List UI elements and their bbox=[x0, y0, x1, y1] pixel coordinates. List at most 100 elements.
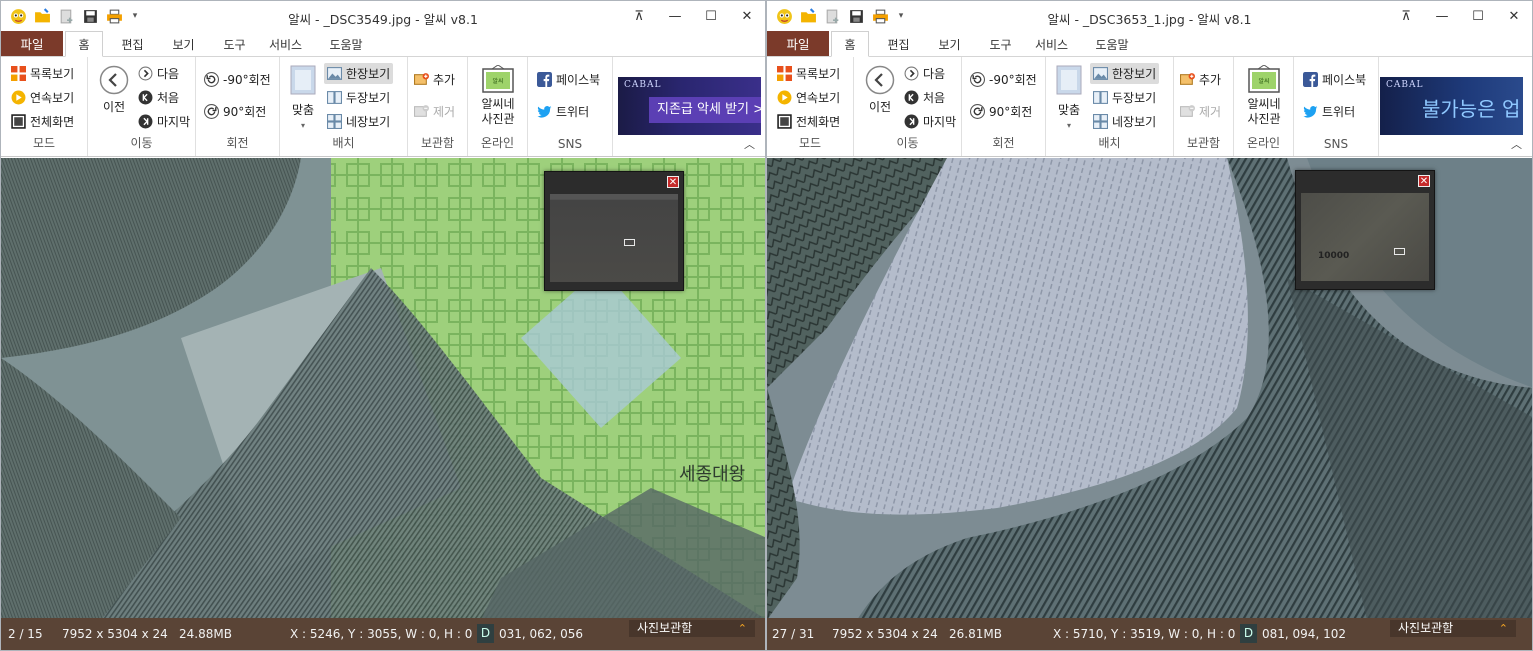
tab-file[interactable]: 파일 bbox=[1, 30, 63, 56]
group-label: 모드 bbox=[32, 136, 56, 150]
pin-icon[interactable]: ⊼ bbox=[1388, 1, 1424, 31]
navigator-panel[interactable]: ✕ 10000 bbox=[1295, 170, 1435, 290]
expand-up-icon: ⌃ bbox=[1498, 622, 1508, 635]
tab-help[interactable]: 도움말 bbox=[311, 32, 381, 56]
prev-button[interactable]: 이전 bbox=[862, 65, 898, 115]
twitter-button[interactable]: 트위터 bbox=[1303, 103, 1355, 120]
new-file-icon[interactable] bbox=[823, 7, 841, 25]
tab-help[interactable]: 도움말 bbox=[1077, 32, 1147, 56]
first-button[interactable]: 처음 bbox=[904, 89, 945, 106]
rotate-cw-button[interactable]: 90°회전 bbox=[970, 103, 1032, 120]
fullscreen-button[interactable]: 전체화면 bbox=[11, 113, 74, 130]
quad-view-button[interactable]: 네장보기 bbox=[327, 113, 390, 130]
customize-dropdown-icon[interactable]: ▾ bbox=[129, 11, 141, 21]
facebook-button[interactable]: 페이스북 bbox=[537, 71, 600, 88]
continuous-view-button[interactable]: 연속보기 bbox=[777, 89, 840, 106]
single-view-button[interactable]: 한장보기 bbox=[324, 63, 394, 84]
tab-home[interactable]: 홈 bbox=[65, 31, 103, 57]
next-button[interactable]: 다음 bbox=[904, 65, 945, 82]
close-button[interactable]: ✕ bbox=[729, 1, 765, 31]
group-label: 온라인 bbox=[1246, 136, 1281, 150]
ad-banner[interactable]: CABAL 불가능은 업 bbox=[1380, 77, 1523, 135]
add-to-album-button[interactable]: 추가 bbox=[414, 71, 455, 88]
tab-home[interactable]: 홈 bbox=[831, 31, 869, 57]
single-view-button[interactable]: 한장보기 bbox=[1090, 63, 1160, 84]
tab-service[interactable]: 서비스 bbox=[1026, 32, 1077, 56]
close-button[interactable]: ✕ bbox=[1496, 1, 1532, 31]
twitter-button[interactable]: 트위터 bbox=[537, 103, 589, 120]
double-view-button[interactable]: 두장보기 bbox=[327, 89, 390, 106]
minimize-button[interactable]: — bbox=[1424, 1, 1460, 31]
tab-view[interactable]: 보기 bbox=[924, 32, 975, 56]
tab-file[interactable]: 파일 bbox=[767, 30, 829, 56]
tab-tool[interactable]: 도구 bbox=[209, 32, 260, 56]
save-icon[interactable] bbox=[847, 7, 865, 25]
collapse-ribbon-icon[interactable]: ︿ bbox=[1511, 136, 1522, 152]
app-logo-icon[interactable] bbox=[775, 7, 793, 25]
fit-icon bbox=[290, 65, 316, 95]
maximize-button[interactable]: ☐ bbox=[1460, 1, 1496, 31]
play-circle-icon bbox=[777, 90, 792, 105]
rotate-cw-button[interactable]: 90°회전 bbox=[204, 103, 266, 120]
add-to-album-button[interactable]: 추가 bbox=[1180, 71, 1221, 88]
quad-view-button[interactable]: 네장보기 bbox=[1093, 113, 1156, 130]
tab-service[interactable]: 서비스 bbox=[260, 32, 311, 56]
navigator-view-rect[interactable] bbox=[624, 239, 635, 246]
image-dimensions: 7952 x 5304 x 24 bbox=[832, 627, 938, 641]
rotate-ccw-button[interactable]: -90°회전 bbox=[970, 71, 1037, 88]
ribbon: 목록보기 연속보기 전체화면 모드 이전 다음 처음 마지막 이동 -90°회전… bbox=[1, 57, 765, 157]
new-file-icon[interactable] bbox=[57, 7, 75, 25]
first-button[interactable]: 처음 bbox=[138, 89, 179, 106]
album-toggle[interactable]: 사진보관함 ⌃ bbox=[629, 620, 755, 637]
navigator-view-rect[interactable] bbox=[1394, 248, 1405, 255]
remove-from-album-button[interactable]: 제거 bbox=[414, 103, 455, 120]
facebook-icon bbox=[1303, 72, 1318, 87]
fit-button[interactable]: 맞춤 ▾ bbox=[288, 65, 318, 133]
close-navigator-icon[interactable]: ✕ bbox=[667, 176, 679, 188]
image-viewport[interactable]: 세종대왕 ✕ bbox=[1, 158, 765, 620]
grid-icon bbox=[11, 66, 26, 81]
cursor-coords: X : 5710, Y : 3519, W : 0, H : 0 bbox=[1053, 627, 1236, 641]
album-toggle[interactable]: 사진보관함 ⌃ bbox=[1390, 620, 1516, 637]
prev-button[interactable]: 이전 bbox=[96, 65, 132, 115]
online-photo-button[interactable]: 알씨 알씨네 사진관 bbox=[1242, 65, 1286, 127]
open-folder-icon[interactable] bbox=[33, 7, 51, 25]
group-label: 회전 bbox=[992, 136, 1015, 150]
remove-from-album-button[interactable]: 제거 bbox=[1180, 103, 1221, 120]
tab-edit[interactable]: 편집 bbox=[873, 32, 924, 56]
app-logo-icon[interactable] bbox=[9, 7, 27, 25]
tab-tool[interactable]: 도구 bbox=[975, 32, 1026, 56]
tab-view[interactable]: 보기 bbox=[158, 32, 209, 56]
minimize-button[interactable]: — bbox=[657, 1, 693, 31]
ad-banner[interactable]: CABAL 지존급 악세 받기 > bbox=[618, 77, 761, 135]
open-folder-icon[interactable] bbox=[799, 7, 817, 25]
continuous-view-button[interactable]: 연속보기 bbox=[11, 89, 74, 106]
group-album: 추가 제거 보관함 bbox=[408, 57, 468, 156]
two-page-icon bbox=[327, 90, 342, 105]
navigator-thumbnail[interactable] bbox=[550, 194, 678, 282]
navigator-panel[interactable]: ✕ bbox=[544, 171, 684, 291]
print-icon[interactable] bbox=[105, 7, 123, 25]
save-icon[interactable] bbox=[81, 7, 99, 25]
next-button[interactable]: 다음 bbox=[138, 65, 179, 82]
double-view-button[interactable]: 두장보기 bbox=[1093, 89, 1156, 106]
customize-dropdown-icon[interactable]: ▾ bbox=[895, 11, 907, 21]
fit-button[interactable]: 맞춤 ▾ bbox=[1054, 65, 1084, 133]
facebook-button[interactable]: 페이스북 bbox=[1303, 71, 1366, 88]
last-button[interactable]: 마지막 bbox=[138, 113, 190, 130]
maximize-button[interactable]: ☐ bbox=[693, 1, 729, 31]
pin-icon[interactable]: ⊼ bbox=[621, 1, 657, 31]
navigator-thumbnail[interactable] bbox=[1301, 193, 1429, 281]
close-navigator-icon[interactable]: ✕ bbox=[1418, 175, 1430, 187]
list-view-button[interactable]: 목록보기 bbox=[777, 65, 840, 82]
print-icon[interactable] bbox=[871, 7, 889, 25]
last-button[interactable]: 마지막 bbox=[904, 113, 956, 130]
image-viewport[interactable]: ✕ 10000 bbox=[767, 158, 1532, 620]
group-online: 알씨 알씨네 사진관 온라인 bbox=[1234, 57, 1294, 156]
online-photo-button[interactable]: 알씨 알씨네 사진관 bbox=[476, 65, 520, 127]
tab-edit[interactable]: 편집 bbox=[107, 32, 158, 56]
fullscreen-button[interactable]: 전체화면 bbox=[777, 113, 840, 130]
collapse-ribbon-icon[interactable]: ︿ bbox=[744, 136, 755, 152]
rotate-ccw-button[interactable]: -90°회전 bbox=[204, 71, 271, 88]
list-view-button[interactable]: 목록보기 bbox=[11, 65, 74, 82]
